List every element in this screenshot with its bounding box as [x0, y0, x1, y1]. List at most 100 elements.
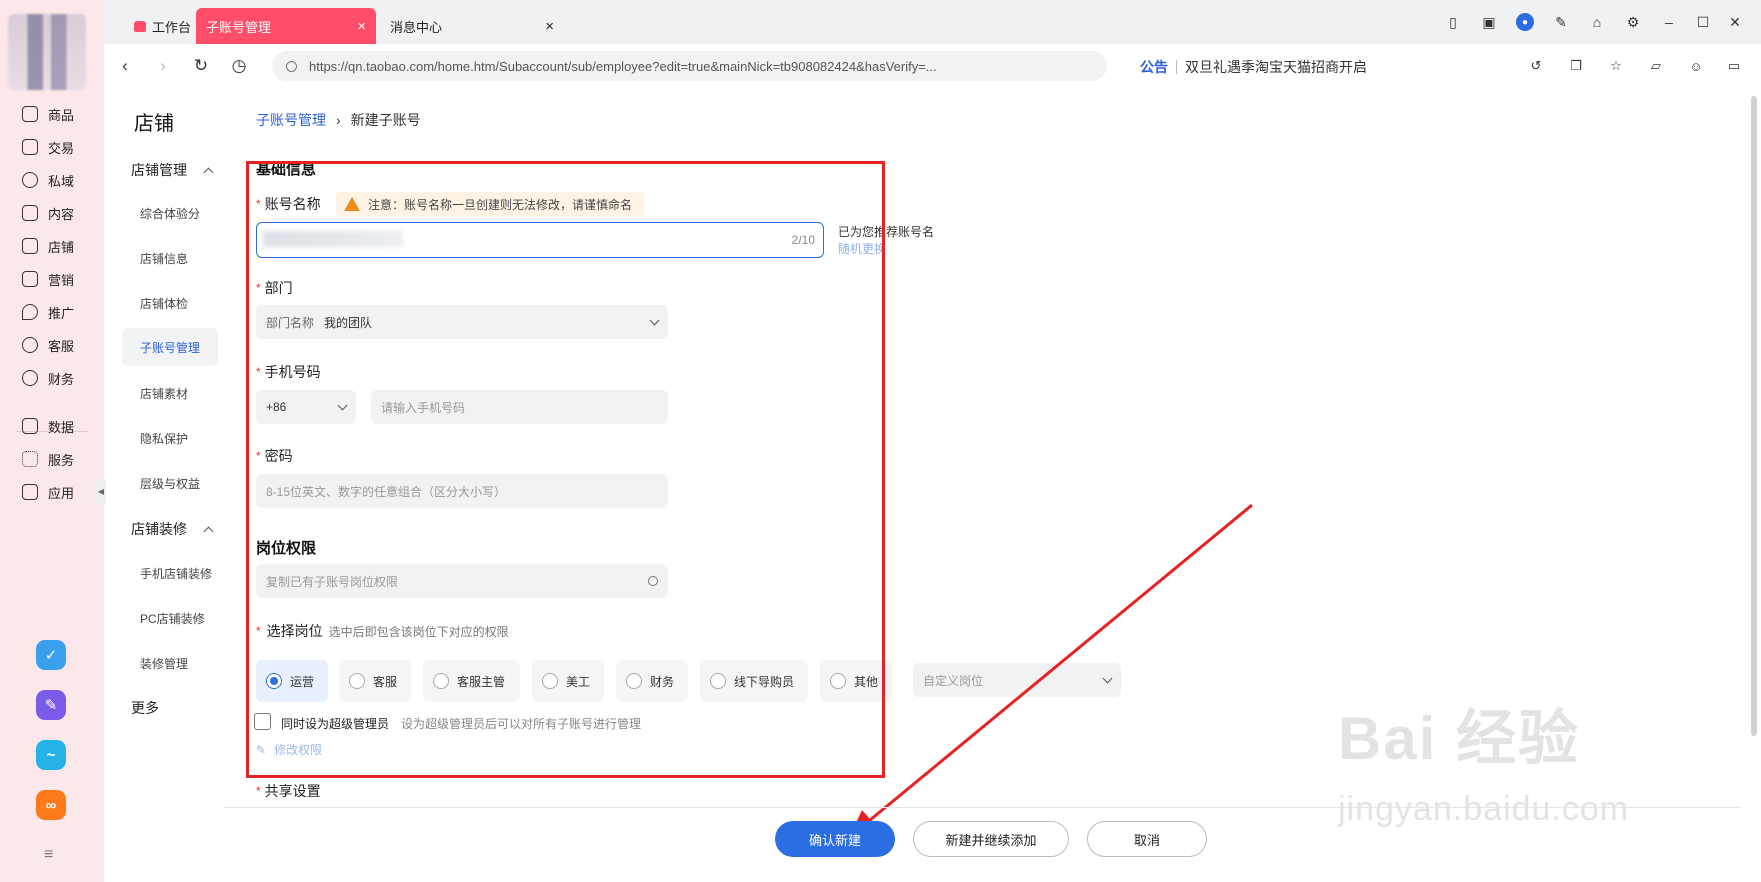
settings-icon[interactable]: ⚙: [1624, 13, 1642, 31]
role-option-designer[interactable]: 美工: [532, 660, 604, 702]
sidebar-item-score[interactable]: 综合体验分: [140, 205, 200, 222]
tab-messages[interactable]: 消息中心 ×: [380, 8, 564, 44]
rail-item-finance[interactable]: 财务: [22, 365, 74, 391]
window-close-icon[interactable]: ✕: [1726, 13, 1744, 31]
avatar[interactable]: [8, 14, 86, 90]
rail-item-promotion[interactable]: 推广: [22, 299, 74, 325]
sidebar-item-store-check[interactable]: 店铺体检: [140, 295, 188, 312]
shirt-icon[interactable]: ⌂: [1588, 13, 1606, 31]
smile-icon[interactable]: ☺: [1686, 56, 1706, 76]
rail-item-private-domain[interactable]: 私域: [22, 167, 74, 193]
sidebar-item-privacy[interactable]: 隐私保护: [140, 430, 188, 447]
close-icon[interactable]: ×: [357, 18, 366, 35]
menu-icon[interactable]: ≡: [44, 846, 53, 864]
announcement-divider: [1176, 60, 1177, 74]
role-option-offline-guide[interactable]: 线下导购员: [700, 660, 808, 702]
content-icon: [22, 205, 38, 221]
sidebar-title: 店铺: [134, 113, 174, 135]
custom-role-select[interactable]: 自定义岗位: [913, 663, 1121, 697]
chat-icon[interactable]: ▭: [1724, 56, 1744, 76]
app-task-icon[interactable]: ✓: [36, 640, 66, 670]
sidebar-item-mobile-decoration[interactable]: 手机店铺装修: [140, 565, 212, 582]
close-icon[interactable]: ×: [545, 18, 554, 35]
scrollbar[interactable]: [1751, 96, 1757, 736]
super-admin-checkbox[interactable]: [254, 713, 271, 730]
create-and-continue-button[interactable]: 新建并继续添加: [913, 821, 1069, 857]
forward-icon[interactable]: ›: [152, 55, 174, 77]
sidebar-item-levels[interactable]: 层级与权益: [140, 475, 200, 492]
sidebar-item-pc-decoration[interactable]: PC店铺装修: [140, 610, 205, 627]
department-select[interactable]: 部门名称 我的团队: [256, 305, 668, 339]
app-note-icon[interactable]: ✎: [36, 690, 66, 720]
random-change-link[interactable]: 随机更换: [838, 241, 934, 258]
role-option-cs-supervisor[interactable]: 客服主管: [423, 660, 520, 702]
label-text: 账号名称: [264, 196, 321, 212]
confirm-create-button[interactable]: 确认新建: [775, 821, 895, 857]
history-icon[interactable]: ◷: [228, 55, 250, 77]
role-label: * 选择岗位 选中后即包含该岗位下对应的权限: [256, 621, 509, 641]
rail-item-data[interactable]: 数据: [22, 413, 74, 439]
tab-bar: 工作台 子账号管理 × 消息中心 × ▯ ▣ ● ✎ ⌂ ⚙ – ☐ ✕: [104, 0, 1761, 44]
breadcrumb: 子账号管理 › 新建子账号: [256, 110, 421, 130]
sidebar-item-materials[interactable]: 店铺素材: [140, 385, 188, 402]
edit-permission-link[interactable]: ✎ 修改权限: [256, 741, 322, 758]
maximize-icon[interactable]: ☐: [1694, 13, 1712, 31]
store-icon: [22, 238, 38, 254]
app-link-icon[interactable]: ∞: [36, 790, 66, 820]
star-icon[interactable]: ☆: [1606, 56, 1626, 76]
sidebar-more[interactable]: 更多: [131, 698, 159, 718]
rail-item-marketing[interactable]: 营销: [22, 266, 74, 292]
role-option-customer-service[interactable]: 客服: [339, 660, 411, 702]
breadcrumb-separator: ›: [336, 112, 341, 128]
role-option-other[interactable]: 其他: [820, 660, 892, 702]
collapse-sidebar-handle[interactable]: ◀: [96, 478, 106, 504]
tab-subaccount[interactable]: 子账号管理 ×: [196, 8, 376, 44]
app-wave-icon[interactable]: ~: [36, 740, 66, 770]
menu-group-store-management[interactable]: 店铺管理: [131, 160, 214, 180]
url-field[interactable]: https://qn.taobao.com/home.htm/Subaccoun…: [272, 51, 1107, 81]
rail-item-content[interactable]: 内容: [22, 200, 74, 226]
account-name-input[interactable]: 2/10: [256, 222, 824, 258]
notes-icon[interactable]: ✎: [1552, 13, 1570, 31]
app-rail: 商品 交易 私域 内容 店铺 营销 推广 客服 财务 数据 服务 应用 ✓ ✎ …: [0, 0, 104, 882]
refresh-circle-icon[interactable]: ↺: [1526, 56, 1546, 76]
department-prefix: 部门名称: [266, 315, 315, 330]
edit-permission-text: 修改权限: [274, 743, 323, 757]
required-mark: *: [256, 784, 261, 798]
phone-input[interactable]: 请输入手机号码: [371, 390, 668, 424]
country-code-select[interactable]: +86: [256, 390, 356, 424]
announcement[interactable]: 公告 双旦礼遇季淘宝天猫招商开启: [1140, 57, 1367, 77]
super-admin-hint: 设为超级管理员后可以对所有子账号进行管理: [401, 717, 642, 731]
copy-permission-search[interactable]: 复制已有子账号岗位权限: [256, 564, 668, 598]
password-input[interactable]: 8-15位英文、数字的任意组合（区分大小写）: [256, 474, 668, 508]
minimize-icon[interactable]: –: [1660, 13, 1678, 31]
rail-item-customer-service[interactable]: 客服: [22, 332, 74, 358]
role-option-operations[interactable]: 运营: [256, 660, 328, 702]
rail-item-trade[interactable]: 交易: [22, 134, 74, 160]
role-text: 其他: [854, 674, 879, 689]
copy-icon[interactable]: ❐: [1566, 56, 1586, 76]
sidebar-item-store-info[interactable]: 店铺信息: [140, 250, 188, 267]
chevron-down-icon: [337, 400, 348, 410]
tablet-icon[interactable]: ▣: [1480, 13, 1498, 31]
rail-item-goods[interactable]: 商品: [22, 101, 74, 127]
goods-icon: [22, 106, 38, 122]
rail-item-store[interactable]: 店铺: [22, 233, 74, 259]
back-icon[interactable]: ‹: [114, 55, 136, 77]
sidebar-item-subaccount[interactable]: 子账号管理: [122, 328, 218, 366]
rail-item-service[interactable]: 服务: [22, 446, 74, 472]
user-badge-icon[interactable]: ●: [1516, 13, 1534, 31]
reload-icon[interactable]: ↻: [190, 55, 212, 77]
role-option-finance[interactable]: 财务: [616, 660, 688, 702]
phone-icon[interactable]: ▯: [1444, 13, 1462, 31]
required-mark: *: [256, 281, 261, 295]
account-name-value: [263, 231, 403, 247]
private-domain-icon: [22, 172, 38, 188]
rail-item-apps[interactable]: 应用: [22, 479, 74, 505]
menu-group-decoration[interactable]: 店铺装修: [131, 519, 214, 539]
tab-workbench[interactable]: 工作台: [124, 8, 201, 44]
sidebar-item-decoration-management[interactable]: 装修管理: [140, 655, 188, 672]
cancel-button[interactable]: 取消: [1087, 821, 1207, 857]
folder-icon[interactable]: ▱: [1646, 56, 1666, 76]
breadcrumb-parent[interactable]: 子账号管理: [256, 110, 326, 130]
